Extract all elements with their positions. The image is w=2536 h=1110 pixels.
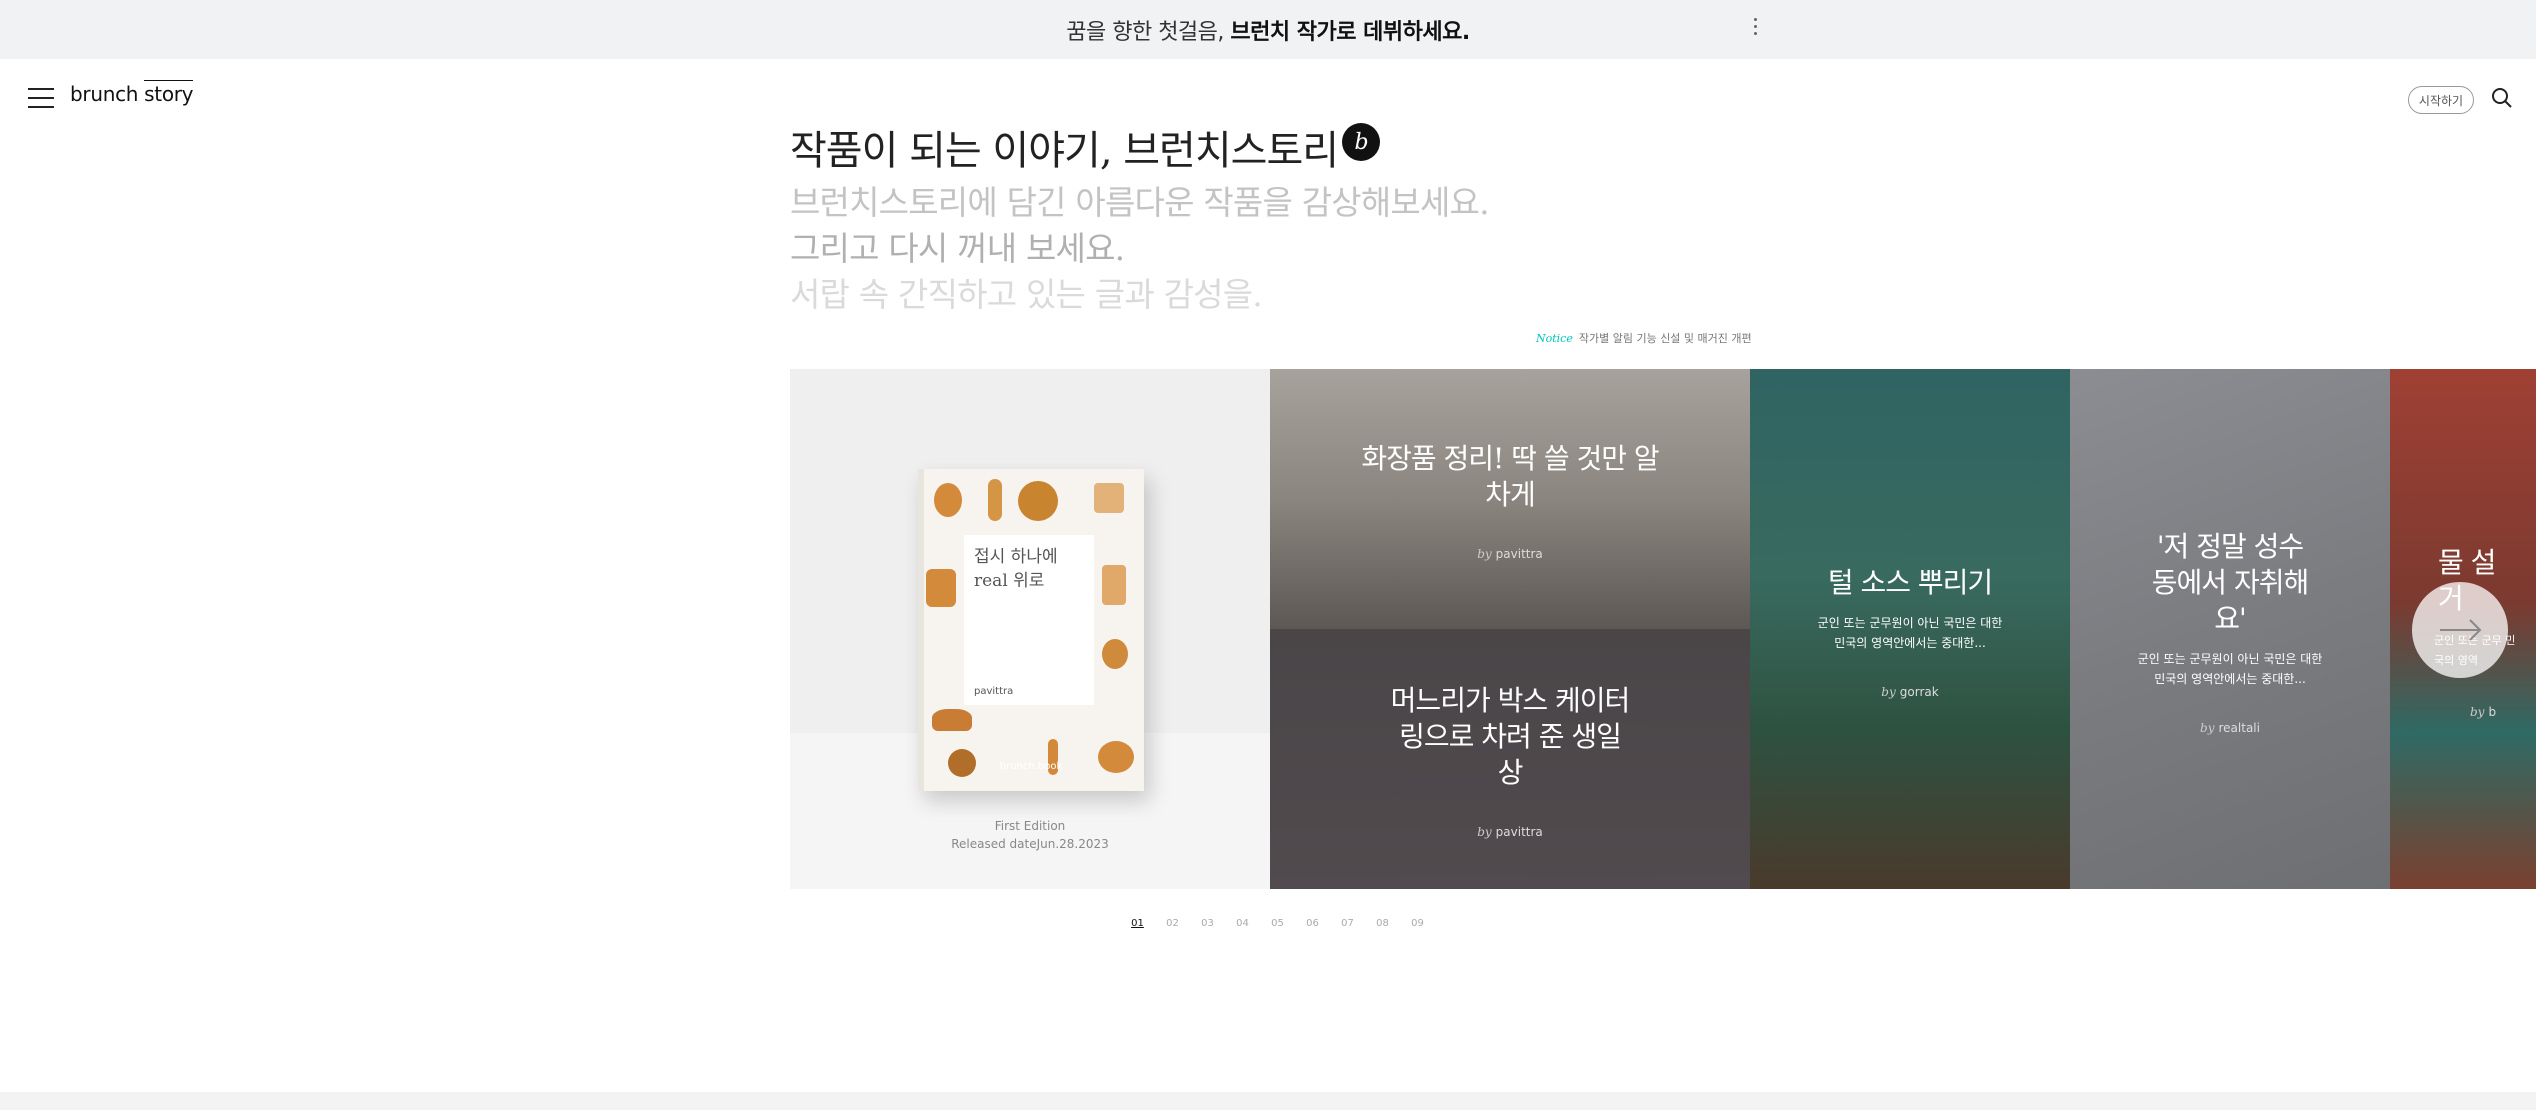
book-edition: First Edition Released dateJun.28.2023 xyxy=(790,817,1270,853)
brunch-badge-icon: b xyxy=(1342,123,1381,161)
card-desc: 군인 또는 군무원이 아닌 국민은 대한민국의 영역안에서는 중대한... xyxy=(2137,652,2323,686)
page-9[interactable]: 09 xyxy=(1400,918,1435,929)
book-brand: brunch book xyxy=(999,761,1063,772)
footer-strip xyxy=(0,1092,2536,1110)
card-author: b xyxy=(2488,705,2497,719)
search-icon[interactable] xyxy=(2490,86,2514,110)
by-label: by xyxy=(1881,685,1896,699)
book-label: 접시 하나에 real 위로 pavittra xyxy=(964,535,1094,705)
start-button[interactable]: 시작하기 xyxy=(2408,86,2474,114)
page-6[interactable]: 06 xyxy=(1295,918,1330,929)
by-label: by xyxy=(2200,721,2215,735)
by-label: by xyxy=(1477,825,1492,839)
menu-icon[interactable] xyxy=(28,88,54,108)
card-author: gorrak xyxy=(1899,685,1939,699)
page-5[interactable]: 05 xyxy=(1260,918,1295,929)
card-author: pavittra xyxy=(1495,547,1543,561)
notice-text: 작가별 알림 기능 신설 및 매거진 개편 xyxy=(1578,332,1752,345)
card-article[interactable]: 화장품 정리! 딱 쓸 것만 알차게 by pavittra xyxy=(1270,369,1750,629)
banner-text[interactable]: 꿈을 향한 첫걸음, 브런치 작가로 데뷔하세요. xyxy=(1066,14,1470,46)
page-4[interactable]: 04 xyxy=(1225,918,1260,929)
page-2[interactable]: 02 xyxy=(1155,918,1190,929)
release-date: Released dateJun.28.2023 xyxy=(951,837,1109,851)
notice-link[interactable]: Notice 작가별 알림 기능 신설 및 매거진 개편 xyxy=(1536,330,1752,346)
notice-label: Notice xyxy=(1536,332,1573,345)
card-article[interactable]: '저 정말 성수동에서 자취해요' 군인 또는 군무원이 아닌 국민은 대한민국… xyxy=(2070,369,2390,889)
brand-logo[interactable]: brunch story xyxy=(70,80,194,106)
banner-text-plain: 꿈을 향한 첫걸음, xyxy=(1066,19,1231,45)
card-book[interactable]: 접시 하나에 real 위로 pavittra brunch book Firs… xyxy=(790,369,1270,889)
card-author: realtali xyxy=(2218,721,2260,735)
hero-title-row: 작품이 되는 이야기, 브런치스토리 b xyxy=(790,118,1489,176)
by-label: by xyxy=(2470,705,2485,719)
card-title: '저 정말 성수동에서 자취해요' xyxy=(2151,530,2309,635)
card-title: 머느리가 박스 케이터링으로 차려 준 생일상 xyxy=(1390,684,1631,789)
logo-brunch: brunch xyxy=(70,82,139,106)
top-banner[interactable]: 꿈을 향한 첫걸음, 브런치 작가로 데뷔하세요. xyxy=(0,0,2536,59)
carousel-pagination: 01 02 03 04 05 06 07 08 09 xyxy=(1120,918,1435,929)
page-7[interactable]: 07 xyxy=(1330,918,1365,929)
hero: 작품이 되는 이야기, 브런치스토리 b 브런치스토리에 담긴 아름다운 작품을… xyxy=(790,118,1490,318)
page-3[interactable]: 03 xyxy=(1190,918,1225,929)
card-title: 화장품 정리! 딱 쓸 것만 알차게 xyxy=(1361,442,1659,511)
hero-title: 작품이 되는 이야기, 브런치스토리 xyxy=(790,128,1339,174)
hero-sub-2: 그리고 다시 꺼내 보세요. xyxy=(790,229,1125,268)
book-author: pavittra xyxy=(974,686,1014,697)
page-1[interactable]: 01 xyxy=(1120,918,1155,929)
carousel-next-button[interactable] xyxy=(2412,582,2508,678)
logo-story: story xyxy=(144,80,194,106)
card-article[interactable]: 털 소스 뿌리기 군인 또는 군무원이 아닌 국민은 대한민국의 영역안에서는 … xyxy=(1750,369,2070,889)
banner-text-bold: 브런치 작가로 데뷔하세요. xyxy=(1230,19,1470,45)
edition-label: First Edition xyxy=(994,819,1066,833)
arrow-right-icon xyxy=(2440,619,2482,641)
page-8[interactable]: 08 xyxy=(1365,918,1400,929)
book-cover: 접시 하나에 real 위로 pavittra brunch book xyxy=(918,469,1144,791)
book-title: 접시 하나에 real 위로 xyxy=(974,547,1058,591)
card-desc: 군인 또는 군무원이 아닌 국민은 대한민국의 영역안에서는 중대한... xyxy=(1817,616,2003,650)
card-title: 털 소스 뿌리기 xyxy=(1827,566,1993,599)
card-author: pavittra xyxy=(1495,825,1543,839)
by-label: by xyxy=(1477,547,1492,561)
hero-sub-1: 브런치스토리에 담긴 아름다운 작품을 감상해보세요. xyxy=(790,183,1490,222)
hero-sub-3: 서랍 속 간직하고 있는 글과 감성을. xyxy=(790,275,1263,314)
card-article[interactable]: 머느리가 박스 케이터링으로 차려 준 생일상 by pavittra xyxy=(1270,629,1750,889)
more-vertical-icon[interactable] xyxy=(1750,14,1760,46)
